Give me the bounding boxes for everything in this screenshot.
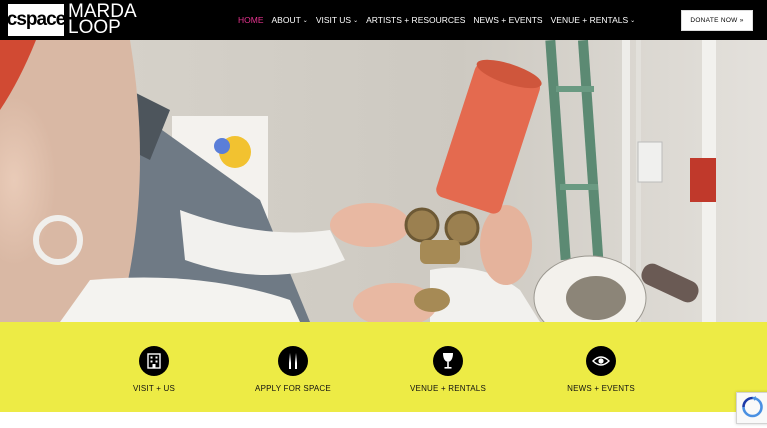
feature-label: VISIT + US: [132, 384, 176, 393]
nav-item-home[interactable]: HOME: [238, 15, 264, 25]
nav-item-venue-rentals[interactable]: VENUE + RENTALS ⌄: [551, 15, 636, 25]
feature-label: VENUE + RENTALS: [410, 384, 486, 393]
feature-band: VISIT + US APPLY FOR SPACE VENUE + RENTA…: [0, 322, 767, 412]
nav-item-visit-us[interactable]: VISIT US ⌄: [316, 15, 358, 25]
wine-glass-icon: [433, 346, 463, 376]
nav-label: VISIT US: [315, 15, 352, 25]
nav-label: HOME: [238, 15, 264, 25]
nav-item-news-events[interactable]: NEWS + EVENTS: [473, 15, 542, 25]
recaptcha-icon: [742, 396, 763, 418]
chevron-down-icon: ⌄: [353, 17, 359, 24]
nav-label: ARTISTS + RESOURCES: [366, 15, 466, 25]
logo-wordmark: MARDA LOOP: [68, 2, 137, 38]
hero-photo-illustration: [0, 40, 767, 322]
feature-news-events[interactable]: NEWS + EVENTS: [536, 346, 666, 393]
chevron-down-icon: ⌄: [302, 17, 308, 24]
site-logo[interactable]: cspace MARDA LOOP: [7, 2, 137, 38]
nav-item-artists-resources[interactable]: ARTISTS + RESOURCES: [366, 15, 465, 25]
main-nav: HOME ABOUT ⌄ VISIT US ⌄ ARTISTS + RESOURCE…: [238, 0, 643, 40]
hero-image: [0, 40, 767, 322]
feature-label: APPLY FOR SPACE: [255, 384, 331, 393]
nav-item-about[interactable]: ABOUT ⌄: [272, 15, 308, 25]
feature-venue-rentals[interactable]: VENUE + RENTALS: [383, 346, 513, 393]
logo-box: cspace: [7, 4, 66, 36]
chevron-down-icon: ⌄: [630, 17, 636, 24]
nav-label: ABOUT: [271, 15, 301, 25]
building-icon: [139, 346, 169, 376]
brushes-icon: [278, 346, 308, 376]
feature-label: NEWS + EVENTS: [567, 384, 635, 393]
nav-label: VENUE + RENTALS: [550, 15, 629, 25]
feature-visit-us[interactable]: VISIT + US: [89, 346, 219, 393]
recaptcha-badge[interactable]: [736, 392, 767, 424]
nav-label: NEWS + EVENTS: [473, 15, 543, 25]
donate-button[interactable]: DONATE NOW »: [681, 10, 753, 31]
feature-apply-for-space[interactable]: APPLY FOR SPACE: [228, 346, 358, 393]
site-header: cspace MARDA LOOP HOME ABOUT ⌄ VISIT US ⌄ …: [0, 0, 767, 40]
eye-icon: [586, 346, 616, 376]
logo-line-2: LOOP: [68, 17, 121, 38]
